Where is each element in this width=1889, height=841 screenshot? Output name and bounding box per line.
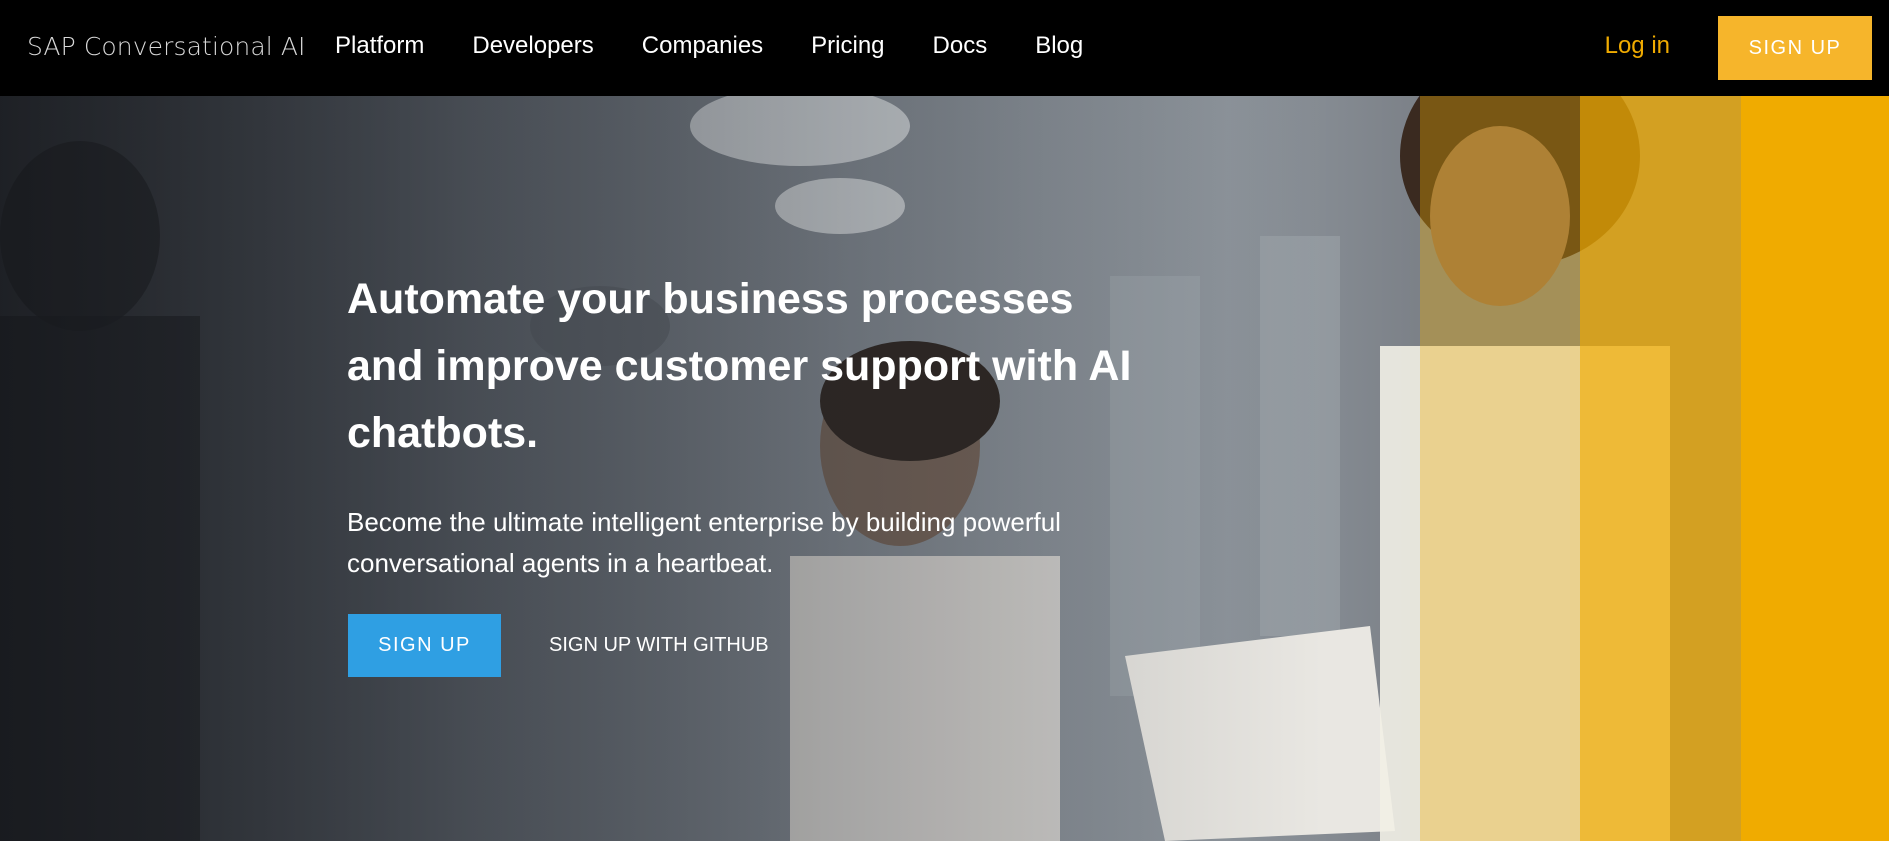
signup-github-link[interactable]: SIGN UP WITH GITHUB	[549, 634, 769, 657]
hero-subtext: Become the ultimate intelligent enterpri…	[347, 507, 1061, 578]
nav-item-platform[interactable]: Platform	[335, 32, 424, 60]
signup-button-header[interactable]: SIGN UP	[1718, 16, 1872, 80]
nav-item-blog[interactable]: Blog	[1035, 32, 1083, 60]
nav-links: Platform Developers Companies Pricing Do…	[335, 32, 1131, 60]
nav-item-pricing[interactable]: Pricing	[811, 32, 884, 60]
hero-section: Automate your business processes and imp…	[0, 96, 1889, 841]
hero-headline: Automate your business processes and imp…	[347, 275, 1132, 457]
nav-item-developers[interactable]: Developers	[472, 32, 593, 60]
yellow-stripe	[1420, 96, 1580, 841]
yellow-stripe	[1580, 96, 1741, 841]
yellow-stripe	[1741, 96, 1889, 841]
nav-item-companies[interactable]: Companies	[642, 32, 763, 60]
login-link[interactable]: Log in	[1605, 32, 1670, 60]
brand-logo[interactable]: SAP Conversational AI	[27, 32, 306, 61]
nav-item-docs[interactable]: Docs	[933, 32, 988, 60]
top-navigation: SAP Conversational AI Platform Developer…	[0, 0, 1889, 96]
signup-button-hero[interactable]: SIGN UP	[348, 614, 501, 677]
